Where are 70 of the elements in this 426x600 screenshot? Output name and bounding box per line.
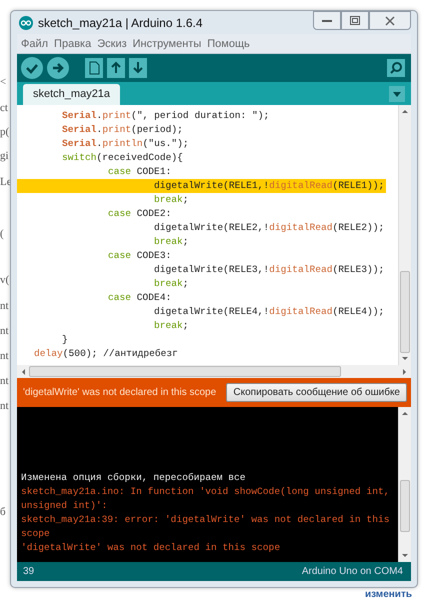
code-line: digetalWrite(RELE3,!digitalRead(RELE3));	[153, 263, 386, 277]
right-triangle-icon[interactable]	[403, 368, 406, 374]
page-text-fragment: nt	[0, 300, 9, 312]
console-line: unsigned int)':	[21, 499, 108, 513]
new-file-icon[interactable]	[85, 58, 103, 78]
scrollbar-thumb[interactable]	[400, 271, 410, 353]
down-triangle-icon[interactable]	[402, 554, 408, 557]
page-text-fragment: v(	[0, 274, 10, 286]
menu-item[interactable]: Инструменты	[132, 38, 202, 50]
console-line: sketch_may21a:39: error: 'digetalWrite' was not declared in this	[21, 513, 390, 527]
change-link[interactable]: изменить	[364, 589, 412, 600]
error-message: 'digetalWrite' was not declared in this scope	[23, 387, 218, 398]
vertical-scrollbar[interactable]	[398, 407, 411, 562]
dropdown-icon[interactable]	[389, 86, 405, 102]
scrollbar-thumb[interactable]	[400, 480, 410, 532]
code-line: digetalWrite(RELE4,!digitalRead(RELE4));	[153, 305, 386, 319]
code-line: break;	[153, 319, 190, 333]
board-port-label: Arduino Uno on COM4	[302, 566, 403, 577]
minimize-icon	[322, 18, 332, 22]
close-icon	[385, 16, 395, 26]
menu-item[interactable]: Эскиз	[97, 38, 127, 50]
code-line: switch(receivedCode){	[61, 151, 184, 165]
line-number: 39	[23, 566, 34, 577]
close-button[interactable]	[369, 11, 411, 30]
code-line: case CODE3:	[107, 249, 172, 263]
up-triangle-icon[interactable]	[402, 110, 408, 113]
menu-item[interactable]: Файл	[21, 38, 48, 50]
window-title: sketch_may21a | Arduino 1.6.4	[38, 16, 204, 30]
magnifier-icon[interactable]	[387, 59, 405, 77]
horizontal-scrollbar[interactable]	[17, 365, 411, 378]
page-text-fragment: б	[0, 506, 6, 518]
code-line: delay(500); //антидребезг	[33, 347, 179, 361]
checkmark-icon[interactable]	[21, 57, 43, 79]
code-line: case CODE4:	[107, 291, 172, 305]
code-line: Serial.println("us.");	[61, 137, 190, 151]
sketch-tab[interactable]: sketch_may21a	[23, 84, 120, 105]
console-line: Изменена опция сборки, пересобираем все	[21, 471, 247, 485]
page-text-fragment: nt	[0, 325, 9, 337]
console-line: scope	[21, 527, 51, 541]
code-line: break;	[153, 193, 190, 207]
page-text-fragment: (	[0, 228, 4, 240]
console-line: sketch_may21a.ino: In function 'void showCode(long unsigned int,	[21, 485, 390, 499]
vertical-scrollbar[interactable]	[398, 105, 411, 365]
down-triangle-icon[interactable]	[402, 357, 408, 360]
left-triangle-icon[interactable]	[22, 368, 25, 374]
code-line: case CODE1:	[107, 165, 172, 179]
scrollbar-thumb[interactable]	[29, 366, 341, 377]
code-line: case CODE2:	[107, 207, 172, 221]
console-line: 'digetalWrite' was not declared in this scope	[21, 541, 282, 555]
page-text-fragment: nt	[0, 375, 9, 387]
maximize-button[interactable]	[341, 11, 369, 30]
page-text-fragment: nt	[0, 400, 9, 412]
page-text-fragment: ct	[0, 102, 8, 114]
up-triangle-icon[interactable]	[402, 412, 408, 415]
page-text-fragment: p(	[0, 126, 10, 138]
code-line: }	[61, 333, 69, 347]
code-line: break;	[153, 277, 190, 291]
arduino-logo-icon	[19, 16, 33, 30]
minimize-button[interactable]	[313, 11, 341, 30]
maximize-icon	[350, 16, 360, 25]
page-text-fragment: gi	[0, 150, 9, 162]
code-line: Serial.print(", period duration: ");	[61, 109, 270, 123]
menu-item[interactable]: Правка	[54, 38, 92, 50]
page-text-fragment: nt	[0, 350, 9, 362]
page-text-fragment: <	[0, 76, 6, 88]
copy-error-button[interactable]: Скопировать сообщение об ошибке	[226, 383, 407, 402]
menu-item[interactable]: Помощь	[207, 38, 250, 50]
code-line: Serial.print(period);	[61, 123, 184, 137]
code-line: break;	[153, 235, 190, 249]
code-line: digetalWrite(RELE2,!digitalRead(RELE2));	[153, 221, 386, 235]
